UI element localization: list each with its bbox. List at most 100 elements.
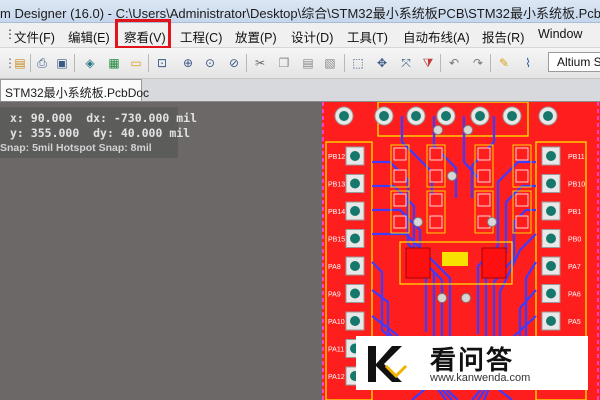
crystal-label-pad [442, 252, 468, 266]
folder-icon[interactable]: ▭ [128, 55, 144, 71]
zoom-selected-icon[interactable]: ⊙ [202, 55, 218, 71]
top-header-pin [334, 106, 354, 126]
left-pin-label: PB14 [328, 209, 345, 216]
menu-autoroute[interactable]: 自动布线(A) [403, 27, 470, 46]
window-title: m Designer (16.0) - C:\Users\Administrat… [0, 6, 600, 21]
left-pin-label: PA11 [328, 347, 344, 354]
component-pad [429, 147, 443, 161]
component-pad [393, 147, 407, 161]
menu-edit[interactable]: 编辑(E) [68, 27, 110, 46]
top-header-pin [470, 106, 490, 126]
right-pin-label: PA6 [568, 292, 581, 299]
component-pad [429, 215, 443, 229]
print-icon[interactable]: ⎙ [34, 55, 50, 71]
hud-x-value: 90.000 [30, 111, 73, 125]
pin-hole [379, 111, 389, 121]
pin-hole [507, 111, 517, 121]
component-pad [393, 193, 407, 207]
pin-hole [546, 178, 556, 189]
toolbar-separator [74, 54, 75, 72]
menu-tools[interactable]: 工具(T) [347, 27, 388, 46]
right-pin-label: PA5 [568, 319, 581, 326]
copy-icon[interactable]: ❐ [276, 55, 292, 71]
left-pin-label: PA10 [328, 319, 345, 326]
select-rect-icon[interactable]: ⬚ [350, 55, 366, 71]
cut-icon[interactable]: ✂ [252, 55, 268, 71]
3d-view-icon[interactable]: ◈ [82, 55, 98, 71]
via [463, 125, 473, 135]
via [447, 171, 457, 181]
open-icon[interactable]: ▤ [12, 55, 28, 71]
top-header-pin [374, 106, 394, 126]
zoom-area-icon[interactable]: ⊕ [180, 55, 196, 71]
toolbar-separator [440, 54, 441, 72]
document-tab[interactable]: STM32最小系统板.PcbDoc [0, 79, 149, 101]
pin-hole [543, 111, 553, 121]
toolbar-separator [30, 54, 31, 72]
rubber-stamp-icon[interactable]: ▧ [322, 55, 338, 71]
component-pad [515, 169, 529, 183]
paste-icon[interactable]: ▤ [300, 55, 316, 71]
undo-icon[interactable]: ↶ [446, 55, 462, 71]
hud-dx-label: dx: [86, 111, 107, 125]
menu-file[interactable]: 文件(F) [14, 27, 55, 46]
pin-hole [546, 206, 556, 216]
zoom-fit-icon[interactable]: ⊡ [154, 55, 170, 71]
pin-hole [475, 111, 485, 121]
hud-snap: Snap: 5mil Hotspot Snap: 8mil [0, 142, 152, 154]
left-pin-label: PB15 [328, 237, 345, 244]
top-header-pin [502, 106, 522, 126]
route-icon[interactable]: ⌇ [520, 55, 536, 71]
menu-view-highlight-box [115, 19, 171, 49]
via [487, 217, 497, 227]
document-tab-strip: STM32最小系统板.PcbDoc [0, 79, 600, 102]
cross-select-icon[interactable]: ⤧ [398, 55, 414, 71]
print-preview-icon[interactable]: ▣ [54, 55, 70, 71]
hud-y-value: 355.000 [30, 126, 80, 140]
top-header-pin [436, 106, 456, 126]
menu-reports[interactable]: 报告(R) [482, 27, 524, 46]
component-pad [477, 147, 491, 161]
component-pad [393, 169, 407, 183]
via [461, 293, 471, 303]
left-pin-label: PA9 [328, 292, 341, 299]
hud-row-x: x: 90.000 dx: -730.000 mil [10, 111, 197, 125]
pin-hole [350, 233, 360, 244]
top-header-pin [406, 106, 426, 126]
menu-window[interactable]: Window [538, 27, 582, 41]
crystal-pad [481, 247, 507, 279]
toolbar-combo[interactable]: Altium S [548, 52, 600, 72]
zoom-filter-icon[interactable]: ⊘ [226, 55, 242, 71]
hud-dy-label: dy: [93, 126, 114, 140]
menu-bar: ⋮ 文件(F) 编辑(E) 察看(V) 工程(C) 放置(P) 设计(D) 工具… [0, 23, 600, 48]
move-icon[interactable]: ✥ [374, 55, 390, 71]
via [437, 293, 447, 303]
component-pad [477, 193, 491, 207]
pin-hole [441, 111, 451, 121]
top-header-pin [538, 106, 558, 126]
hud-x-label: x: [10, 111, 24, 125]
menu-project[interactable]: 工程(C) [180, 27, 222, 46]
coordinate-hud: x: 90.000 dx: -730.000 mil y: 355.000 dy… [0, 107, 197, 158]
hud-y-label: y: [10, 126, 24, 140]
via [433, 125, 443, 135]
component-pad [515, 215, 529, 229]
menu-place[interactable]: 放置(P) [235, 27, 277, 46]
left-pin-label: PA8 [328, 264, 341, 271]
redo-icon[interactable]: ↷ [470, 55, 486, 71]
toolbar-separator [246, 54, 247, 72]
pin-hole [350, 288, 360, 299]
document-tab-label: STM32最小系统板.PcbDoc [5, 86, 150, 100]
pin-hole [350, 206, 360, 216]
left-pin-label: PA12 [328, 374, 345, 381]
pin-hole [546, 233, 556, 244]
menu-design[interactable]: 设计(D) [291, 27, 333, 46]
pin-hole [411, 111, 421, 121]
left-pin-label: PB13 [328, 182, 345, 189]
highlight-icon[interactable]: ✎ [496, 55, 512, 71]
component-pad [429, 169, 443, 183]
clear-filter-icon[interactable]: ⧩ [420, 55, 436, 71]
pcb-view-icon[interactable]: ▦ [106, 55, 122, 71]
pin-hole [350, 316, 360, 326]
toolbar-combo-value: Altium S [557, 55, 600, 69]
